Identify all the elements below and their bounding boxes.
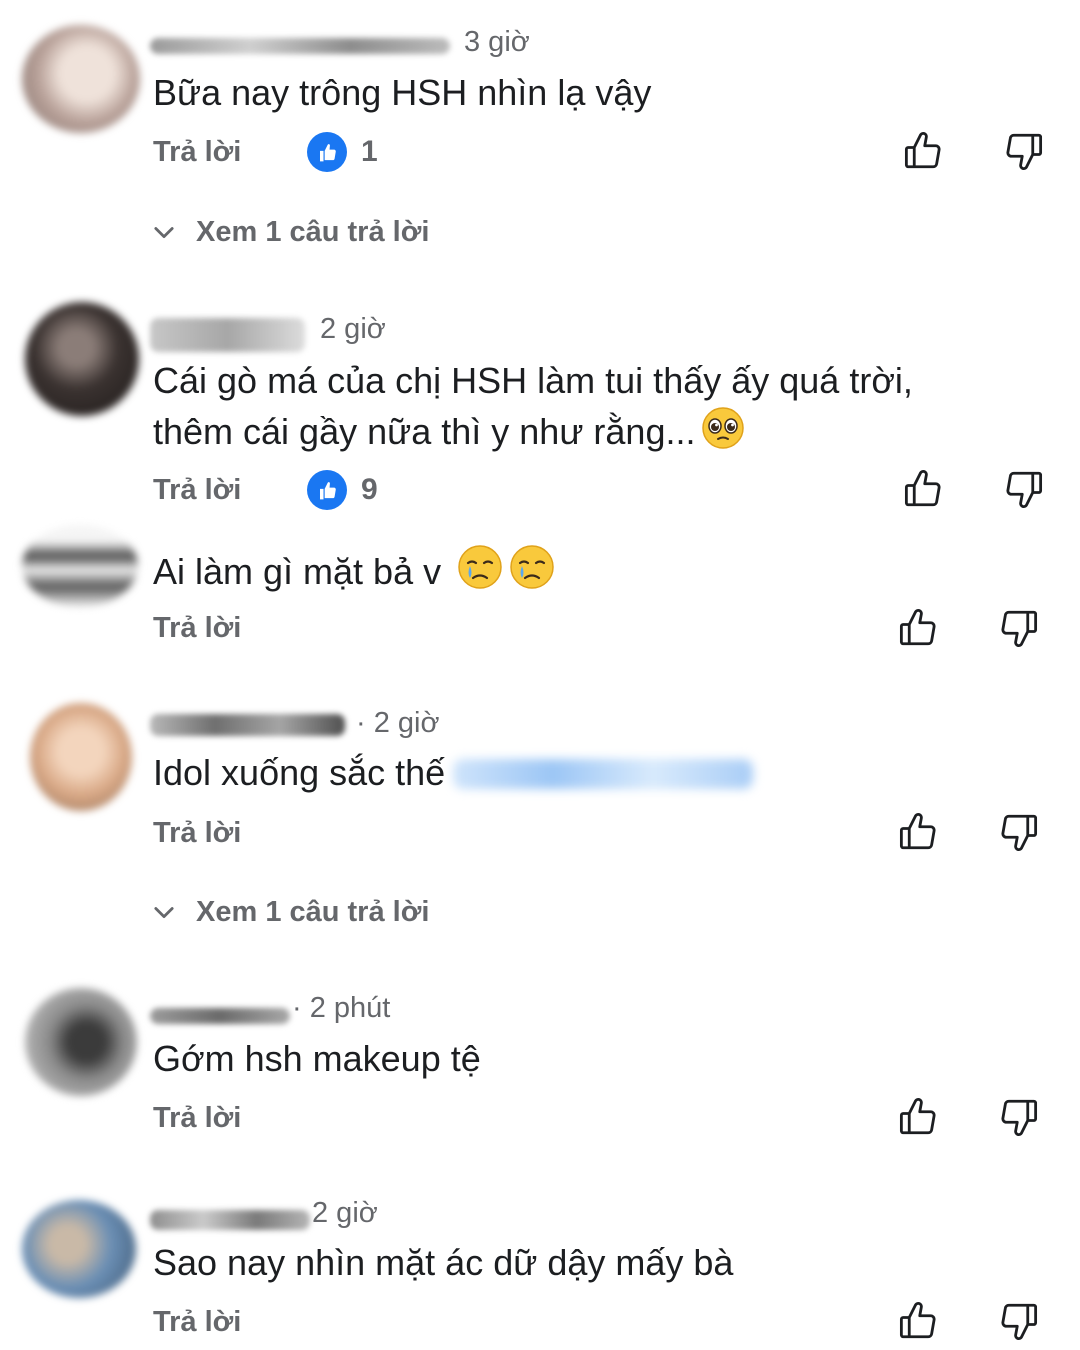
crying-face-emoji xyxy=(458,545,502,589)
avatar[interactable] xyxy=(25,302,139,416)
comment-text-line-1: Cái gò má của chị HSH làm tui thấy ấy qu… xyxy=(153,360,913,401)
commenter-name[interactable] xyxy=(150,714,345,736)
comment-text-line-2: thêm cái gầy nữa thì y như rằng... xyxy=(153,406,745,457)
reply-button[interactable]: Trả lời xyxy=(153,1100,241,1136)
avatar[interactable] xyxy=(30,703,132,811)
view-replies-label: Xem 1 câu trả lời xyxy=(196,896,430,928)
comment-time: 2 giờ xyxy=(312,1197,378,1229)
blurred-mention[interactable] xyxy=(453,759,754,789)
thumbs-down-icon[interactable] xyxy=(998,1300,1040,1342)
thumbs-up-icon[interactable] xyxy=(897,1096,939,1138)
reply-button[interactable]: Trả lời xyxy=(153,472,241,508)
reaction-count: 9 xyxy=(361,473,378,506)
reaction-count: 1 xyxy=(361,135,378,168)
avatar[interactable] xyxy=(22,1200,136,1298)
pleading-face-emoji xyxy=(702,407,745,449)
reply-button[interactable]: Trả lời xyxy=(153,134,241,170)
comment-time: 2 giờ xyxy=(320,313,386,345)
thumbs-up-icon[interactable] xyxy=(897,811,939,853)
thumbs-up-icon[interactable] xyxy=(897,1300,939,1342)
view-replies-label: Xem 1 câu trả lời xyxy=(196,216,430,248)
comment-time: 3 giờ xyxy=(464,26,530,58)
view-replies-button[interactable]: Xem 1 câu trả lời xyxy=(150,894,429,930)
comment-text-line-2-text: thêm cái gầy nữa thì y như rằng... xyxy=(153,411,696,452)
comment-text: Gớm hsh makeup tệ xyxy=(153,1038,481,1079)
commenter-name[interactable] xyxy=(150,1210,310,1230)
chevron-down-icon xyxy=(150,218,178,246)
comment-text-content: Idol xuống sắc thế xyxy=(153,752,446,793)
comment-text: Sao nay nhìn mặt ác dữ dậy mấy bà xyxy=(153,1242,734,1283)
thumbs-up-icon[interactable] xyxy=(897,607,939,649)
thumbs-down-icon[interactable] xyxy=(1003,130,1045,172)
view-replies-button[interactable]: Xem 1 câu trả lời xyxy=(150,214,429,250)
avatar[interactable] xyxy=(25,988,137,1096)
crying-face-emoji xyxy=(510,545,554,589)
reply-button[interactable]: Trả lời xyxy=(153,815,241,851)
chevron-down-icon xyxy=(150,898,178,926)
commenter-name[interactable] xyxy=(150,38,450,54)
thumbs-down-icon[interactable] xyxy=(998,1096,1040,1138)
thumbs-up-icon[interactable] xyxy=(902,130,944,172)
reply-button[interactable]: Trả lời xyxy=(153,1304,241,1340)
comment-text: Bữa nay trông HSH nhìn lạ vậy xyxy=(153,72,652,113)
reply-button[interactable]: Trả lời xyxy=(153,610,241,646)
thumbs-down-icon[interactable] xyxy=(998,811,1040,853)
avatar[interactable] xyxy=(22,25,140,133)
thumbs-down-icon[interactable] xyxy=(1003,468,1045,510)
comment-time: · 2 phút xyxy=(292,992,391,1024)
comment-text: Idol xuống sắc thế xyxy=(153,748,754,798)
avatar[interactable] xyxy=(22,525,138,607)
comment-time: · 2 giờ xyxy=(356,707,440,739)
comment-text: Ai làm gì mặt bả v xyxy=(153,544,555,597)
reaction-summary[interactable]: 1 xyxy=(307,132,378,172)
comment-text-content: Ai làm gì mặt bả v xyxy=(153,551,442,592)
like-badge-icon xyxy=(307,470,347,510)
thumbs-up-icon[interactable] xyxy=(902,468,944,510)
reaction-summary[interactable]: 9 xyxy=(307,470,378,510)
commenter-name[interactable] xyxy=(150,1008,290,1024)
like-badge-icon xyxy=(307,132,347,172)
commenter-name[interactable] xyxy=(150,318,305,352)
thumbs-down-icon[interactable] xyxy=(998,607,1040,649)
